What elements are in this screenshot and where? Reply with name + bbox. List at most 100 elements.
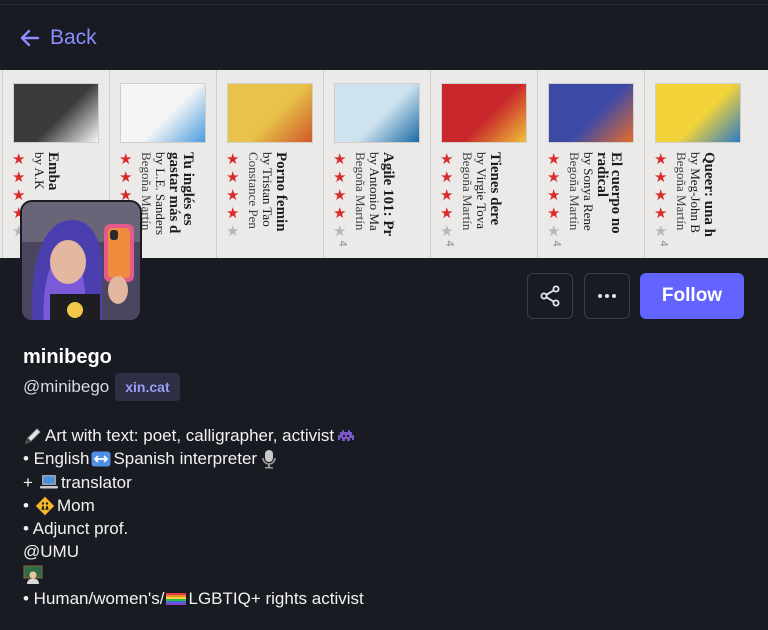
banner-divider <box>323 70 324 258</box>
star-icon: ★ <box>226 205 240 222</box>
star-icon: ★ <box>547 169 561 186</box>
banner-book: ★ ★ ★ ★ ★ 4 Queer: una h by Meg-John B Begoña Ma… <box>644 70 748 258</box>
top-divider <box>0 4 768 5</box>
account-row: @minibego xin.cat <box>23 373 180 401</box>
teacher-icon <box>23 565 43 585</box>
book-rating: ★ ★ ★ ★ ★ 4 <box>654 152 672 257</box>
book-author: by L.E. Sanders <box>153 152 168 236</box>
book-info: Porno femin by Tristan Tao Constance Pen <box>246 152 289 232</box>
banner-book: ★ ★ ★ ★ ★ 4 Tienes dere by Virgie Tova Begoña Ma… <box>430 70 534 258</box>
book-title: radical <box>594 152 610 197</box>
rating-value: 4 <box>336 240 349 247</box>
avatar[interactable] <box>20 200 142 322</box>
bio-line: • English Spanish interpreter <box>23 447 743 470</box>
bio-line: • Mom <box>23 495 95 516</box>
book-info: Agile 101: Pr by Antonio Ma Begoña Martín <box>353 152 396 237</box>
book-title: Agile 101: Pr <box>380 152 396 237</box>
star-icon: ★ <box>12 151 26 168</box>
star-icon: ★ <box>12 169 26 186</box>
bio-line: • Adjunct prof. <box>23 519 129 539</box>
laptop-icon <box>39 472 59 492</box>
more-options-button[interactable] <box>584 273 630 319</box>
star-icon: ★ <box>440 151 454 168</box>
account-handle[interactable]: @minibego <box>23 377 109 397</box>
rating-value: 4 <box>657 240 670 247</box>
book-title: Porno femin <box>273 152 289 232</box>
display-name: minibego <box>23 346 112 368</box>
alien-monster-icon <box>336 426 356 446</box>
book-rating: ★ ★ ★ ★ ★ 4 <box>333 152 351 257</box>
bio-line: • Human/women's/ LGBTIQ+ rights activist <box>23 589 364 609</box>
more-horizontal-icon <box>598 294 616 298</box>
book-title: gastar más d <box>166 152 182 234</box>
pen-icon <box>23 426 43 446</box>
banner-book: ★ ★ ★ ★ ★ 4 Agile 101: Pr by Antonio Ma Begoña M… <box>323 70 427 258</box>
book-cover <box>655 83 741 143</box>
book-rating: ★ ★ ★ ★ ★ 4 <box>440 152 458 257</box>
bio-line <box>23 564 743 587</box>
domain-badge[interactable]: xin.cat <box>115 373 180 401</box>
star-icon: ★ <box>654 151 668 168</box>
star-icon: ★ <box>654 223 668 240</box>
back-button[interactable]: Back <box>18 24 97 52</box>
book-title: Tu inglés es <box>180 152 196 226</box>
star-icon: ★ <box>440 187 454 204</box>
bio-line: @UMU <box>23 542 79 562</box>
banner-book: ★ ★ ★ ★ ★ Porno femin by Tristan Tao Constance … <box>216 70 320 258</box>
star-icon: ★ <box>654 205 668 222</box>
book-cover <box>13 83 99 143</box>
share-button[interactable] <box>527 273 573 319</box>
back-label: Back <box>50 26 97 49</box>
star-icon: ★ <box>333 223 347 240</box>
book-info: Tienes dere by Virgie Tova Begoña Martín <box>460 152 503 231</box>
book-cover <box>120 83 206 143</box>
book-translator: Begoña Martín <box>567 152 582 231</box>
star-icon: ★ <box>440 169 454 186</box>
left-right-arrow-icon <box>91 449 111 469</box>
star-icon: ★ <box>333 205 347 222</box>
book-author: by Virgie Tova <box>474 152 489 230</box>
book-info: Queer: una h by Meg-John B Begoña Martín <box>674 152 717 238</box>
star-icon: ★ <box>333 187 347 204</box>
book-author: by Tristan Tao <box>260 152 275 227</box>
star-icon: ★ <box>226 151 240 168</box>
book-translator: Constance Pen <box>246 152 261 229</box>
book-title: Tienes dere <box>487 152 503 226</box>
bio-line: + translator <box>23 472 132 492</box>
rating-value: 4 <box>550 240 563 247</box>
star-icon: ★ <box>119 151 133 168</box>
profile-bio: Art with text: poet, calligrapher, activ… <box>23 424 743 610</box>
book-rating: ★★★★★ <box>226 152 244 239</box>
book-author: by Meg-John B <box>688 152 703 233</box>
star-icon: ★ <box>333 169 347 186</box>
book-author: by Sonya Rene <box>581 152 596 231</box>
star-icon: ★ <box>333 151 347 168</box>
banner-divider <box>644 70 645 258</box>
follow-button[interactable]: Follow <box>640 273 744 319</box>
banner-divider <box>537 70 538 258</box>
banner-divider <box>216 70 217 258</box>
book-title: Queer: una h <box>701 152 717 238</box>
book-cover <box>227 83 313 143</box>
bio-line: Art with text: poet, calligrapher, activ… <box>23 424 743 447</box>
book-title: El cuerpo no <box>608 152 624 234</box>
star-icon: ★ <box>440 223 454 240</box>
book-translator: Begoña Martín <box>674 152 689 231</box>
book-info: El cuerpo no radical by Sonya Rene Begoña M… <box>567 152 624 234</box>
star-icon: ★ <box>226 187 240 204</box>
book-info: Emba by A.K <box>32 152 61 190</box>
book-translator: Begoña Martín <box>353 152 368 231</box>
star-icon: ★ <box>547 187 561 204</box>
book-info: Tu inglés es gastar más d by L.E. Sanders B… <box>139 152 196 236</box>
book-cover <box>334 83 420 143</box>
book-author: by A.K <box>32 152 47 190</box>
rainbow-flag-icon <box>166 589 187 609</box>
rating-value: 4 <box>443 240 456 247</box>
avatar-image <box>22 202 140 320</box>
star-icon: ★ <box>440 205 454 222</box>
star-icon: ★ <box>547 151 561 168</box>
star-icon: ★ <box>547 205 561 222</box>
arrow-left-icon <box>20 29 40 47</box>
children-crossing-icon <box>34 495 55 516</box>
book-translator: Begoña Martín <box>460 152 475 231</box>
